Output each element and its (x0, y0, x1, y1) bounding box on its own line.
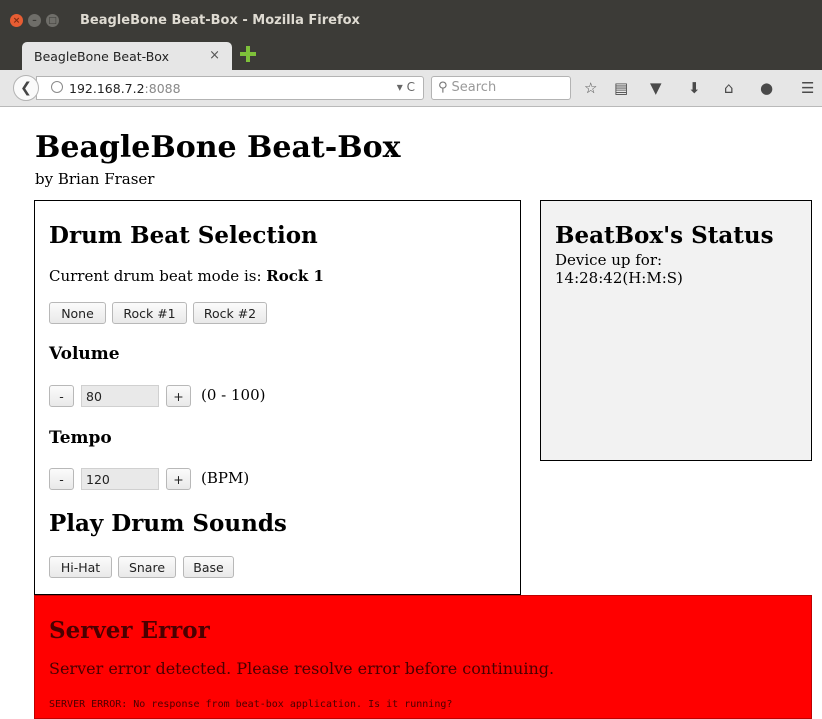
search-input[interactable]: ⚲ Search (431, 76, 571, 100)
tempo-unit-text: (BPM) (201, 469, 250, 487)
beat-rock2-button[interactable]: Rock #2 (193, 302, 267, 324)
beat-none-button[interactable]: None (49, 302, 106, 324)
window-maximize-button[interactable]: □ (46, 14, 59, 27)
tab-title: BeagleBone Beat-Box (34, 49, 169, 64)
tempo-heading: Tempo (49, 428, 112, 448)
url-text: 192.168.7.2:8088 (69, 81, 181, 96)
home-icon[interactable]: ⌂ (724, 79, 734, 97)
error-heading: Server Error (49, 617, 210, 644)
bookmark-star-icon[interactable]: ☆ (584, 79, 597, 97)
url-dropdown-reload-icon[interactable]: ▾ C (397, 80, 415, 94)
mode-value: Rock 1 (266, 267, 324, 285)
volume-minus-button[interactable]: - (49, 385, 74, 407)
search-placeholder: Search (451, 80, 497, 95)
window-title: BeagleBone Beat-Box - Mozilla Firefox (80, 13, 360, 28)
mode-prefix: Current drum beat mode is: (49, 267, 267, 285)
drum-beat-heading: Drum Beat Selection (49, 222, 318, 249)
error-message: Server error detected. Please resolve er… (49, 659, 555, 678)
server-error-panel: Server Error Server error detected. Plea… (34, 595, 812, 719)
base-button[interactable]: Base (183, 556, 234, 578)
volume-range-text: (0 - 100) (201, 386, 266, 404)
url-port: :8088 (144, 81, 181, 96)
volume-field[interactable]: 80 (81, 385, 159, 407)
tab-close-icon[interactable]: × (209, 48, 220, 63)
new-tab-plus-icon[interactable] (240, 46, 256, 62)
uptime-value: 14:28:42(H:M:S) (555, 269, 683, 287)
search-icon: ⚲ (438, 80, 448, 95)
globe-icon (51, 81, 63, 93)
status-panel: BeatBox's Status Device up for: 14:28:42… (540, 200, 812, 461)
current-mode-text: Current drum beat mode is: Rock 1 (49, 267, 324, 285)
window-close-button[interactable]: × (10, 14, 23, 27)
tempo-minus-button[interactable]: - (49, 468, 74, 490)
play-sounds-heading: Play Drum Sounds (49, 510, 287, 537)
tempo-plus-button[interactable]: + (166, 468, 191, 490)
volume-plus-button[interactable]: + (166, 385, 191, 407)
back-arrow-icon[interactable]: ❮ (13, 75, 39, 101)
window-controls: × – □ (10, 14, 59, 27)
hihat-button[interactable]: Hi-Hat (49, 556, 112, 578)
download-icon[interactable]: ⬇ (688, 79, 701, 97)
navigation-bar: 192.168.7.2:8088 ▾ C ❮ ⚲ Search ☆ ▤ ▼ ⬇ ⌂… (0, 70, 822, 107)
uptime-label: Device up for: (555, 251, 663, 269)
beat-rock1-button[interactable]: Rock #1 (112, 302, 187, 324)
volume-heading: Volume (49, 344, 120, 364)
snare-button[interactable]: Snare (118, 556, 176, 578)
status-heading: BeatBox's Status (555, 222, 774, 249)
drum-beat-panel: Drum Beat Selection Current drum beat mo… (34, 200, 521, 595)
pocket-icon[interactable]: ▼ (650, 79, 662, 97)
url-host: 192.168.7.2 (69, 81, 145, 96)
browser-tab[interactable]: BeagleBone Beat-Box × (22, 42, 232, 70)
tab-strip: BeagleBone Beat-Box × (0, 38, 822, 70)
reading-list-icon[interactable]: ▤ (614, 79, 628, 97)
chat-icon[interactable]: ● (760, 79, 773, 97)
window-minimize-button[interactable]: – (28, 14, 41, 27)
menu-icon[interactable]: ☰ (801, 79, 814, 97)
tempo-field[interactable]: 120 (81, 468, 159, 490)
url-bar[interactable]: 192.168.7.2:8088 ▾ C (36, 76, 424, 100)
page-title: BeagleBone Beat-Box (35, 130, 401, 165)
error-detail: SERVER ERROR: No response from beat-box … (49, 699, 453, 710)
window-titlebar: × – □ BeagleBone Beat-Box - Mozilla Fire… (0, 0, 822, 38)
page-byline: by Brian Fraser (35, 170, 155, 188)
